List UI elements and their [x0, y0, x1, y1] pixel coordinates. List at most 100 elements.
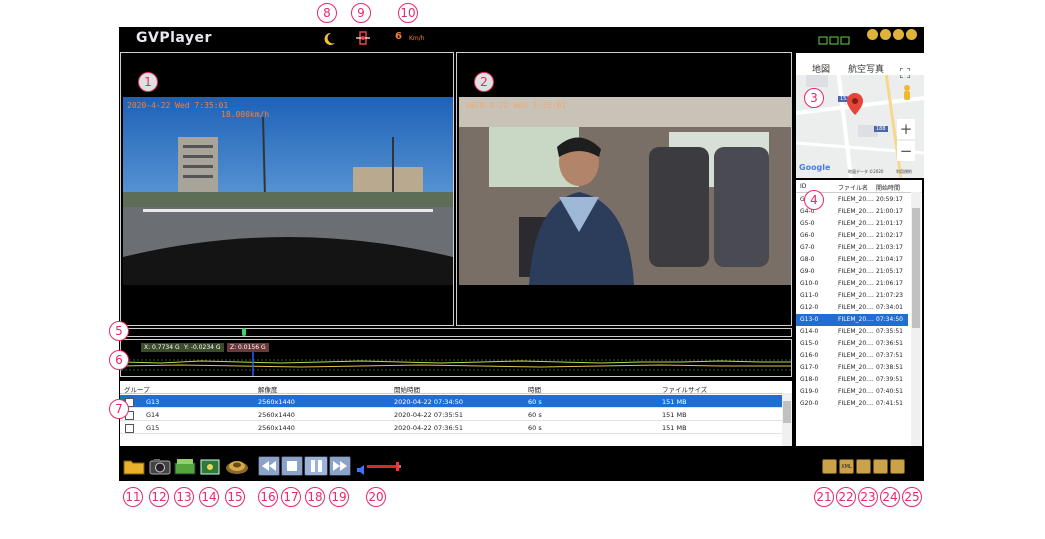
pause-button[interactable]	[304, 456, 328, 476]
callout-number: 21	[814, 487, 834, 507]
export-xml-button[interactable]: XML	[839, 459, 854, 474]
callout-number: 4	[804, 190, 824, 210]
export-video-button[interactable]	[174, 456, 196, 476]
gsensor-graph: X: 0.7734 G Y: -0.0234 G Z: 0.0156 G	[120, 339, 792, 377]
callout-number: 3	[804, 88, 824, 108]
id-list-header-name: ファイル名	[838, 185, 869, 192]
id-list-row[interactable]: G18-0 FILEM_20.... 07:39:51	[796, 374, 908, 386]
callout-number: 17	[281, 487, 301, 507]
timeline-bar[interactable]	[120, 328, 792, 337]
fullscreen-icon[interactable]	[899, 63, 911, 79]
map-pin-icon	[847, 93, 863, 115]
id-list-row[interactable]: G6-0 FILEM_20.... 21:02:17	[796, 230, 908, 242]
file-table[interactable]: グループ 解像度 開始時間 時間 ファイルサイズ G13 2560x1440 202…	[120, 381, 792, 446]
timeline-marker[interactable]	[242, 328, 246, 336]
id-list-cell-time: 07:40:51	[876, 388, 903, 395]
map-zoom-out-button[interactable]: −	[897, 141, 915, 161]
fast-forward-button[interactable]	[329, 456, 351, 476]
export-csv-button[interactable]	[822, 459, 837, 474]
id-list-cell-name: FILEM_20....	[838, 364, 874, 371]
id-list-scroll-thumb[interactable]	[912, 208, 920, 328]
file-table-cell-start: 2020-04-22 07:34:50	[394, 398, 464, 406]
front-osd-datetime: 2020-4-22 Wed 7:35:01	[127, 101, 229, 110]
map-tab-map[interactable]: 地図	[812, 62, 830, 75]
id-list-cell-time: 21:05:17	[876, 268, 903, 275]
id-list-cell-id: G19-0	[800, 388, 819, 395]
id-list-row[interactable]: G13-0 FILEM_20.... 07:34:50	[796, 314, 908, 326]
front-video-panel[interactable]: 2020-4-22 Wed 7:35:01 18.000km/h	[120, 52, 454, 326]
file-table-row[interactable]: G13 2560x1440 2020-04-22 07:34:50 60 s 151 M…	[120, 395, 782, 408]
row-checkbox[interactable]	[125, 424, 134, 433]
help-button[interactable]	[867, 29, 878, 40]
id-list-row[interactable]: G12-0 FILEM_20.... 07:34:01	[796, 302, 908, 314]
volume-icon[interactable]	[357, 461, 365, 475]
front-osd-speed: 18.000km/h	[221, 110, 270, 119]
file-table-cell-res: 2560x1440	[258, 398, 295, 406]
id-list-cell-name: FILEM_20....	[838, 376, 874, 383]
map-terms[interactable]: 利用規約	[896, 169, 912, 175]
file-table-header-size: ファイルサイズ	[662, 386, 708, 394]
id-list-row[interactable]: G20-0 FILEM_20.... 07:41:51	[796, 398, 908, 410]
file-table-header-duration: 時間	[528, 386, 541, 394]
file-table-scrollbar[interactable]	[782, 393, 792, 446]
file-table-row[interactable]: G15 2560x1440 2020-04-22 07:36:51 60 s 151 M…	[120, 421, 782, 434]
callout-number: 15	[225, 487, 245, 507]
id-list-row[interactable]: G16-0 FILEM_20.... 07:37:51	[796, 350, 908, 362]
volume-slider-handle[interactable]	[396, 462, 399, 471]
id-list-scrollbar[interactable]	[911, 192, 921, 446]
id-list-cell-time: 07:41:51	[876, 400, 903, 407]
open-folder-button[interactable]	[123, 456, 145, 476]
file-table-row[interactable]: G14 2560x1440 2020-04-22 07:35:51 60 s 151 M…	[120, 408, 782, 421]
id-list-row[interactable]: G7-0 FILEM_20.... 21:03:17	[796, 242, 908, 254]
volume-slider[interactable]	[367, 462, 401, 471]
layout-toggle-icons[interactable]	[818, 31, 852, 45]
file-id-list[interactable]: ID ファイル名 開始時間 G3-0FILEM_20....20:59:17G4…	[796, 180, 922, 446]
id-list-cell-name: FILEM_20....	[838, 196, 874, 203]
id-list-row[interactable]: G5-0 FILEM_20.... 21:01:17	[796, 218, 908, 230]
id-list-cell-id: G8-0	[800, 256, 815, 263]
callout-number: 14	[199, 487, 219, 507]
info-button[interactable]	[873, 459, 888, 474]
id-list-row[interactable]: G11-0 FILEM_20.... 21:07:23	[796, 290, 908, 302]
id-list-row[interactable]: G9-0 FILEM_20.... 21:05:17	[796, 266, 908, 278]
id-list-cell-time: 21:07:23	[876, 292, 903, 299]
night-mode-icon	[322, 31, 336, 45]
id-list-cell-time: 07:38:51	[876, 364, 903, 371]
map-tab-aerial[interactable]: 航空写真	[848, 62, 884, 75]
map-zoom-in-button[interactable]: +	[897, 119, 915, 139]
callout-number: 16	[258, 487, 278, 507]
settings-dial-button[interactable]	[225, 456, 249, 476]
speed-unit: Km/h	[409, 35, 425, 42]
maximize-button[interactable]	[893, 29, 904, 40]
stop-button[interactable]	[281, 456, 303, 476]
id-list-cell-name: FILEM_20....	[838, 400, 874, 407]
front-video-frame	[123, 97, 453, 285]
id-list-row[interactable]: G15-0 FILEM_20.... 07:36:51	[796, 338, 908, 350]
file-table-scroll-thumb[interactable]	[783, 401, 791, 423]
id-list-row[interactable]: G14-0 FILEM_20.... 07:35:51	[796, 326, 908, 338]
id-list-row[interactable]: G17-0 FILEM_20.... 07:38:51	[796, 362, 908, 374]
id-list-cell-name: FILEM_20....	[838, 256, 874, 263]
callout-number: 25	[902, 487, 922, 507]
rear-video-panel[interactable]: 2020-4-22 Wed 7:35:01	[456, 52, 792, 326]
callout-number: 2	[474, 72, 494, 92]
street-view-icon[interactable]	[902, 85, 912, 101]
callout-number: 8	[317, 3, 337, 23]
file-table-cell-dur: 60 s	[528, 424, 542, 432]
rewind-button[interactable]	[258, 456, 280, 476]
gps-satellite-icon	[355, 30, 371, 46]
id-list-row[interactable]: G8-0 FILEM_20.... 21:04:17	[796, 254, 908, 266]
id-list-cell-id: G20-0	[800, 400, 819, 407]
close-button[interactable]	[906, 29, 917, 40]
save-clip-button[interactable]	[199, 456, 221, 476]
callout-number: 11	[123, 487, 143, 507]
id-list-cell-time: 07:34:01	[876, 304, 903, 311]
id-list-row[interactable]: G10-0 FILEM_20.... 21:06:17	[796, 278, 908, 290]
snapshot-camera-button[interactable]	[149, 456, 171, 476]
map-panel[interactable]: 地図 航空写真 152 188 + − Google 地図データ ©2020 利…	[796, 53, 924, 178]
lock-file-button[interactable]	[890, 459, 905, 474]
id-list-cell-name: FILEM_20....	[838, 268, 874, 275]
id-list-row[interactable]: G19-0 FILEM_20.... 07:40:51	[796, 386, 908, 398]
google-earth-button[interactable]	[856, 459, 871, 474]
minimize-button[interactable]	[880, 29, 891, 40]
